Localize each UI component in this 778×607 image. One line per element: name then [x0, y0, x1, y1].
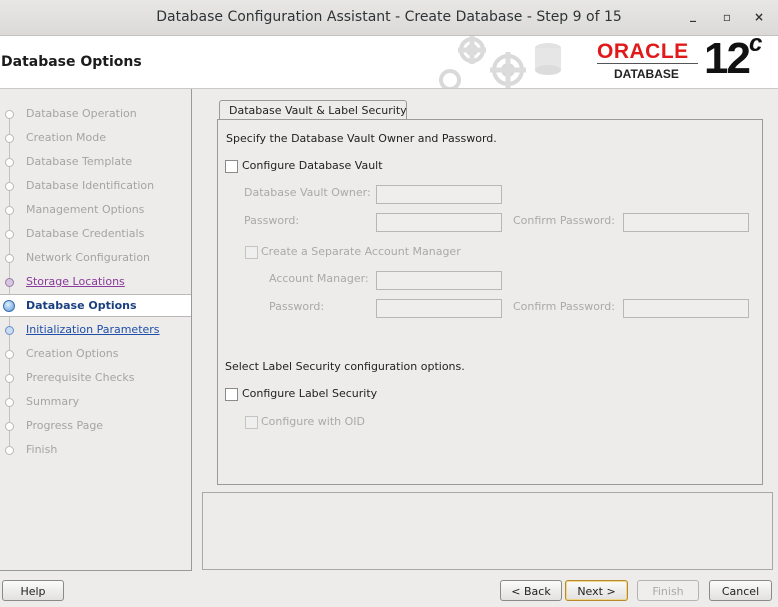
help-button[interactable]: Help: [2, 580, 64, 601]
step-dot-icon: [5, 398, 14, 407]
step-finish: Finish: [0, 439, 191, 461]
step-dot-icon: [5, 230, 14, 239]
message-area: [202, 492, 773, 570]
logo-version-suffix: c: [748, 36, 762, 58]
logo-version-number: 12: [704, 36, 751, 83]
manager-password-label: Password:: [269, 300, 325, 313]
configure-oid-label[interactable]: Configure with OID: [261, 415, 365, 428]
current-step-icon: [3, 300, 15, 312]
logo-divider: [597, 63, 698, 64]
step-label: Database Template: [26, 155, 133, 168]
window-title: Database Configuration Assistant - Creat…: [156, 9, 622, 25]
step-label: Prerequisite Checks: [26, 371, 135, 384]
manager-confirm-input[interactable]: [623, 299, 749, 318]
configure-oid-checkbox[interactable]: [245, 416, 258, 429]
page-header: Database Options ORACLE DATABASE 12c: [0, 36, 778, 89]
step-label: Management Options: [26, 203, 145, 216]
vault-confirm-input[interactable]: [623, 213, 749, 232]
step-label: Progress Page: [26, 419, 104, 432]
step-progress-page: Progress Page: [0, 415, 191, 437]
step-dot-icon: [5, 278, 14, 287]
step-label: Network Configuration: [26, 251, 151, 264]
vault-confirm-label: Confirm Password:: [513, 214, 615, 227]
step-database-operation: Database Operation: [0, 103, 191, 125]
vault-password-label: Password:: [244, 214, 300, 227]
step-dot-icon: [5, 326, 14, 335]
step-dot-icon: [5, 350, 14, 359]
configure-label-security-label[interactable]: Configure Label Security: [242, 387, 377, 400]
step-database-credentials: Database Credentials: [0, 223, 191, 245]
step-prerequisite-checks: Prerequisite Checks: [0, 367, 191, 389]
separate-manager-label[interactable]: Create a Separate Account Manager: [261, 245, 461, 258]
vault-label-security-panel: Specify the Database Vault Owner and Pas…: [217, 119, 763, 485]
step-label: Database Operation: [26, 107, 137, 120]
gears-decoration-icon: [439, 36, 561, 88]
next-button[interactable]: Next >: [565, 580, 628, 601]
vault-password-input[interactable]: [376, 213, 502, 232]
step-dot-icon: [5, 182, 14, 191]
step-dot-icon: [5, 254, 14, 263]
step-label: Database Options: [26, 299, 137, 312]
vault-instruction: Specify the Database Vault Owner and Pas…: [226, 132, 497, 145]
account-manager-input[interactable]: [376, 271, 502, 290]
configure-vault-label[interactable]: Configure Database Vault: [242, 159, 383, 172]
step-label: Finish: [26, 443, 58, 456]
step-label: Creation Options: [26, 347, 119, 360]
step-database-identification: Database Identification: [0, 175, 191, 197]
account-manager-label: Account Manager:: [269, 272, 369, 285]
step-label: Summary: [26, 395, 80, 408]
separate-manager-checkbox[interactable]: [245, 246, 258, 259]
vault-owner-input[interactable]: [376, 185, 502, 204]
step-creation-mode: Creation Mode: [0, 127, 191, 149]
vault-owner-label: Database Vault Owner:: [244, 186, 371, 199]
logo-version: 12c: [704, 36, 762, 84]
step-management-options: Management Options: [0, 199, 191, 221]
step-creation-options: Creation Options: [0, 343, 191, 365]
step-label: Database Identification: [26, 179, 155, 192]
step-label[interactable]: Initialization Parameters: [26, 323, 160, 336]
step-database-template: Database Template: [0, 151, 191, 173]
step-dot-icon: [5, 134, 14, 143]
cancel-button[interactable]: Cancel: [709, 580, 772, 601]
manager-confirm-label: Confirm Password:: [513, 300, 615, 313]
step-network-configuration: Network Configuration: [0, 247, 191, 269]
window-titlebar: Database Configuration Assistant - Creat…: [0, 0, 778, 36]
finish-button[interactable]: Finish: [637, 580, 699, 601]
step-label[interactable]: Storage Locations: [26, 275, 125, 288]
step-dot-icon: [5, 422, 14, 431]
step-dot-icon: [5, 446, 14, 455]
page-title: Database Options: [1, 54, 142, 70]
step-initialization-parameters[interactable]: Initialization Parameters: [0, 319, 191, 341]
close-icon[interactable]: ×: [752, 10, 766, 24]
step-label: Creation Mode: [26, 131, 107, 144]
minimize-icon[interactable]: _: [686, 8, 700, 22]
step-dot-icon: [5, 206, 14, 215]
tab-vault-label-security[interactable]: Database Vault & Label Security: [219, 100, 407, 120]
step-summary: Summary: [0, 391, 191, 413]
manager-password-input[interactable]: [376, 299, 502, 318]
step-storage-locations[interactable]: Storage Locations: [0, 271, 191, 293]
step-dot-icon: [5, 110, 14, 119]
oracle-logo: ORACLE: [597, 40, 689, 63]
step-dot-icon: [5, 374, 14, 383]
step-dot-icon: [5, 158, 14, 167]
label-security-instruction: Select Label Security configuration opti…: [225, 360, 465, 373]
back-button[interactable]: < Back: [500, 580, 562, 601]
maximize-icon[interactable]: ▫: [720, 10, 734, 24]
configure-vault-checkbox[interactable]: [225, 160, 238, 173]
step-label: Database Credentials: [26, 227, 145, 240]
logo-product: DATABASE: [614, 67, 679, 81]
step-navigator: Database Operation Creation Mode Databas…: [0, 89, 192, 571]
tab-label: Database Vault & Label Security: [229, 104, 407, 117]
configure-label-security-checkbox[interactable]: [225, 388, 238, 401]
step-database-options[interactable]: Database Options: [0, 294, 191, 317]
